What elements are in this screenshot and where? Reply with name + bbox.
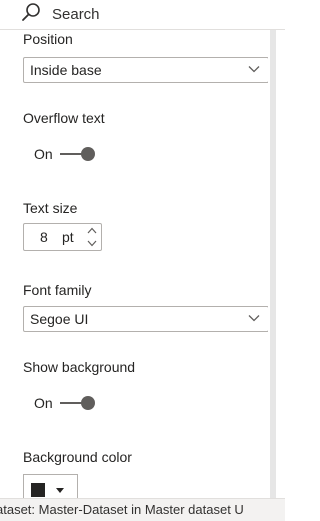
text-size-value: 8 xyxy=(40,229,48,245)
chevron-down-icon xyxy=(248,66,260,73)
show-background-toggle[interactable]: On xyxy=(34,393,114,413)
position-label: Position xyxy=(23,31,73,47)
font-family-label: Font family xyxy=(23,282,92,298)
status-text: ataset: Master-Dataset in Master dataset… xyxy=(0,502,244,517)
overflow-text-toggle[interactable]: On xyxy=(34,144,114,164)
position-value: Inside base xyxy=(30,62,102,78)
search-placeholder: Search xyxy=(52,6,100,23)
format-panel: Position Inside base Overflow text On Te… xyxy=(0,30,268,498)
toggle-knob xyxy=(81,147,95,161)
search-icon xyxy=(22,3,40,21)
text-size-unit: pt xyxy=(62,229,74,245)
caret-down-icon xyxy=(56,488,64,493)
search-bar[interactable]: Search xyxy=(0,0,285,30)
text-size-label: Text size xyxy=(23,200,78,216)
position-dropdown[interactable]: Inside base xyxy=(23,57,268,83)
overflow-text-state: On xyxy=(34,146,53,162)
show-background-label: Show background xyxy=(23,359,136,375)
toggle-knob xyxy=(81,396,95,410)
font-family-dropdown[interactable]: Segoe UI xyxy=(23,306,268,332)
chevron-down-icon xyxy=(248,315,260,322)
scrollbar[interactable] xyxy=(270,30,276,498)
text-size-stepper[interactable]: 8 pt xyxy=(23,223,102,251)
chevron-up-icon[interactable] xyxy=(86,226,98,235)
color-swatch xyxy=(31,483,45,497)
font-family-value: Segoe UI xyxy=(30,311,89,327)
overflow-text-label: Overflow text xyxy=(23,110,105,126)
chevron-down-icon[interactable] xyxy=(86,239,98,248)
background-color-label: Background color xyxy=(23,449,132,465)
show-background-state: On xyxy=(34,395,53,411)
status-bar: ataset: Master-Dataset in Master dataset… xyxy=(0,498,285,521)
